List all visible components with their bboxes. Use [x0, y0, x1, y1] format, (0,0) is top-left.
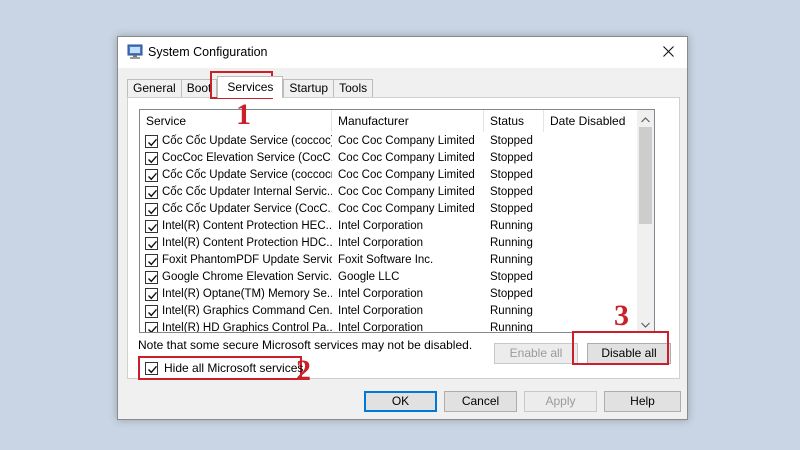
- list-item[interactable]: Cốc Cốc Updater Service (CocC... Coc Coc …: [140, 201, 648, 218]
- service-name: Intel(R) Optane(TM) Memory Se...: [162, 288, 332, 300]
- window-title: System Configuration: [148, 45, 268, 59]
- chevron-up-icon: [641, 112, 650, 126]
- list-item[interactable]: Google Chrome Elevation Servic... Google …: [140, 269, 648, 286]
- checkbox[interactable]: [145, 362, 158, 375]
- service-name: Cốc Cốc Update Service (coccocm): [162, 169, 332, 181]
- tab-startup[interactable]: Startup: [283, 79, 335, 98]
- service-manufacturer: Intel Corporation: [338, 305, 424, 317]
- service-manufacturer: Coc Coc Company Limited: [338, 186, 475, 198]
- secure-services-note: Note that some secure Microsoft services…: [138, 338, 473, 352]
- service-manufacturer: Intel Corporation: [338, 322, 424, 333]
- service-manufacturer: Google LLC: [338, 271, 400, 283]
- apply-button[interactable]: Apply: [524, 391, 597, 412]
- service-status: Stopped: [490, 152, 533, 164]
- service-name: Intel(R) Content Protection HEC...: [162, 220, 332, 232]
- disable-all-highlight: [572, 331, 669, 365]
- list-item[interactable]: Cốc Cốc Updater Internal Servic... Coc Co…: [140, 184, 648, 201]
- list-item[interactable]: Intel(R) Content Protection HDC... Intel …: [140, 235, 648, 252]
- service-checkbox[interactable]: [145, 271, 158, 284]
- service-name: Google Chrome Elevation Servic...: [162, 271, 332, 283]
- service-checkbox[interactable]: [145, 254, 158, 267]
- tab-tools[interactable]: Tools: [333, 79, 374, 98]
- title-bar: System Configuration: [118, 37, 687, 68]
- monitor-icon: [127, 44, 143, 60]
- list-item[interactable]: CocCoc Elevation Service (CocC... Coc Coc…: [140, 150, 648, 167]
- cancel-button[interactable]: Cancel: [444, 391, 517, 412]
- list-item[interactable]: Intel(R) Content Protection HEC... Intel …: [140, 218, 648, 235]
- service-status: Stopped: [490, 135, 533, 147]
- column-header-manufacturer[interactable]: Manufacturer: [332, 110, 484, 132]
- column-header-date-disabled[interactable]: Date Disabled: [544, 110, 648, 132]
- tab-services[interactable]: Services: [217, 76, 284, 98]
- close-button[interactable]: [649, 37, 687, 68]
- scroll-thumb[interactable]: [639, 127, 652, 224]
- service-manufacturer: Intel Corporation: [338, 288, 424, 300]
- service-checkbox[interactable]: [145, 152, 158, 165]
- service-name: Cốc Cốc Updater Service (CocC...: [162, 203, 332, 215]
- service-manufacturer: Foxit Software Inc.: [338, 254, 434, 266]
- service-name: Intel(R) HD Graphics Control Pa...: [162, 322, 332, 333]
- hide-microsoft-services-checkbox[interactable]: Hide all Microsoft services: [138, 356, 304, 380]
- chevron-down-icon: [641, 317, 650, 331]
- list-item[interactable]: Intel(R) Optane(TM) Memory Se... Intel Co…: [140, 286, 648, 303]
- service-checkbox[interactable]: [145, 186, 158, 199]
- service-manufacturer: Coc Coc Company Limited: [338, 203, 475, 215]
- service-name: CocCoc Elevation Service (CocC...: [162, 152, 332, 164]
- help-button[interactable]: Help: [604, 391, 681, 412]
- service-name: Cốc Cốc Updater Internal Servic...: [162, 186, 332, 198]
- service-checkbox[interactable]: [145, 288, 158, 301]
- tab-general[interactable]: General: [127, 79, 182, 98]
- services-rows: Cốc Cốc Update Service (coccoc) Coc Coc C…: [140, 133, 648, 333]
- ok-button[interactable]: OK: [364, 391, 437, 412]
- service-checkbox[interactable]: [145, 220, 158, 233]
- service-status: Running: [490, 254, 533, 266]
- service-status: Running: [490, 322, 533, 333]
- annotation-step-1: 1: [236, 98, 251, 131]
- service-status: Stopped: [490, 186, 533, 198]
- list-item[interactable]: Cốc Cốc Update Service (coccocm) Coc Coc …: [140, 167, 648, 184]
- annotation-step-3: 3: [614, 299, 629, 332]
- service-name: Cốc Cốc Update Service (coccoc): [162, 135, 332, 147]
- enable-all-button[interactable]: Enable all: [494, 343, 578, 364]
- service-checkbox[interactable]: [145, 203, 158, 216]
- scroll-down-button[interactable]: [637, 315, 654, 332]
- service-name: Intel(R) Content Protection HDC...: [162, 237, 332, 249]
- hide-microsoft-services-label: Hide all Microsoft services: [164, 361, 304, 375]
- service-status: Stopped: [490, 288, 533, 300]
- service-checkbox[interactable]: [145, 322, 158, 332]
- service-checkbox[interactable]: [145, 237, 158, 250]
- service-manufacturer: Intel Corporation: [338, 220, 424, 232]
- service-manufacturer: Coc Coc Company Limited: [338, 169, 475, 181]
- service-manufacturer: Coc Coc Company Limited: [338, 135, 475, 147]
- annotation-step-2: 2: [296, 354, 311, 387]
- service-status: Stopped: [490, 203, 533, 215]
- close-icon: [662, 45, 674, 60]
- list-item[interactable]: Cốc Cốc Update Service (coccoc) Coc Coc C…: [140, 133, 648, 150]
- service-name: Foxit PhantomPDF Update Service: [162, 254, 332, 266]
- service-checkbox[interactable]: [145, 169, 158, 182]
- vertical-scrollbar[interactable]: [637, 110, 654, 332]
- service-manufacturer: Intel Corporation: [338, 237, 424, 249]
- service-status: Stopped: [490, 271, 533, 283]
- service-status: Running: [490, 305, 533, 317]
- list-item[interactable]: Foxit PhantomPDF Update Service Foxit Sof…: [140, 252, 648, 269]
- service-status: Stopped: [490, 169, 533, 181]
- scroll-up-button[interactable]: [637, 110, 654, 127]
- service-status: Running: [490, 237, 533, 249]
- service-checkbox[interactable]: [145, 135, 158, 148]
- list-header: Service Manufacturer Status Date Disable…: [140, 110, 648, 132]
- service-checkbox[interactable]: [145, 305, 158, 318]
- services-list[interactable]: Service Manufacturer Status Date Disable…: [139, 109, 655, 333]
- column-header-status[interactable]: Status: [484, 110, 544, 132]
- list-item[interactable]: Intel(R) Graphics Command Cen... Intel Co…: [140, 303, 648, 320]
- service-manufacturer: Coc Coc Company Limited: [338, 152, 475, 164]
- service-status: Running: [490, 220, 533, 232]
- service-name: Intel(R) Graphics Command Cen...: [162, 305, 332, 317]
- tab-strip: General Boot Services Startup Tools: [127, 76, 374, 98]
